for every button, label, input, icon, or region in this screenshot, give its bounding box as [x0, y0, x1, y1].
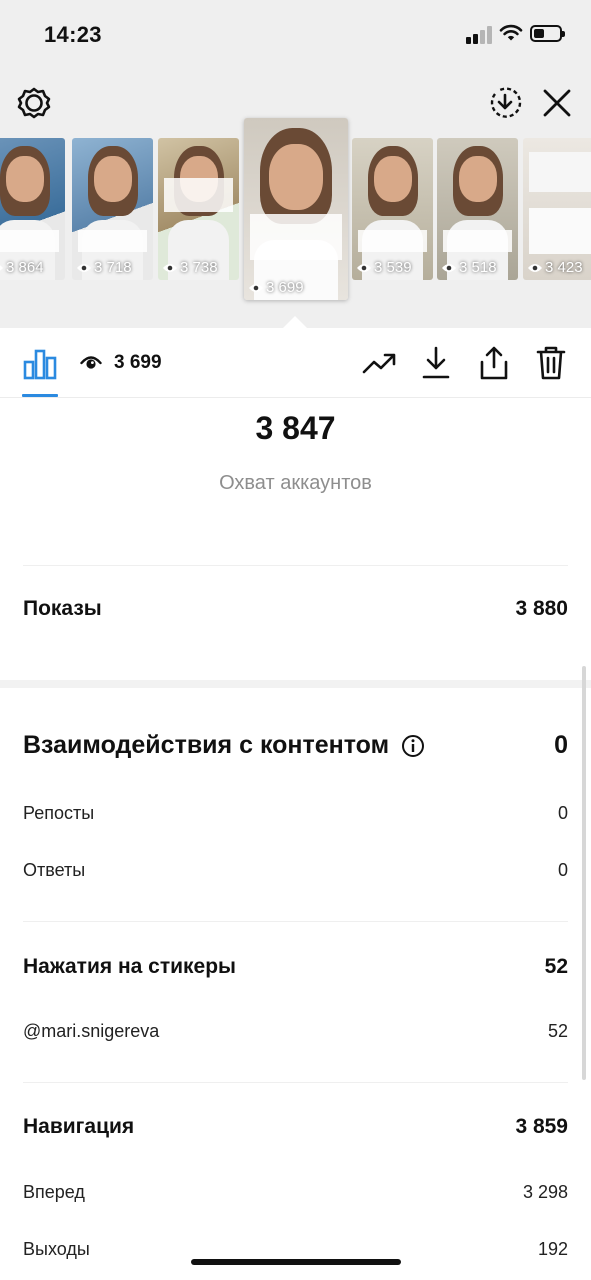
reach-value: 3 847	[255, 410, 336, 446]
replies-value: 0	[557, 860, 568, 880]
download-icon[interactable]	[421, 346, 451, 380]
thumbnail-views: 3 518	[459, 259, 497, 276]
story-thumbnail-strip[interactable]: 3 864 3 718 3 738 3 699 3 539 3 518 3 42…	[0, 118, 591, 308]
impressions-label: Показы	[23, 597, 102, 620]
home-indicator[interactable]	[191, 1259, 401, 1265]
eye-icon	[528, 263, 542, 272]
thumbnail-views: 3 738	[180, 259, 218, 276]
eye-icon	[163, 263, 177, 272]
trending-arrow-icon[interactable]	[362, 350, 396, 376]
story-actions-bar: 3 699	[0, 328, 591, 398]
sticker-taps-header: Нажатия на стикеры 52	[23, 955, 568, 979]
forward-row: Вперед 3 298	[23, 1182, 568, 1203]
cellular-signal-icon	[466, 26, 494, 44]
story-thumbnail-selected[interactable]: 3 699	[244, 118, 348, 300]
thumbnail-views: 3 539	[374, 259, 412, 276]
selected-story-pointer	[283, 316, 307, 328]
share-icon[interactable]	[478, 345, 510, 381]
sticker-taps-label: Нажатия на стикеры	[23, 955, 236, 978]
story-thumbnail[interactable]: 3 518	[437, 138, 518, 280]
active-tab-indicator	[22, 394, 58, 397]
status-bar: 14:23	[0, 0, 591, 70]
story-thumbnail[interactable]: 3 539	[352, 138, 433, 280]
story-thumbnail[interactable]: 3 423	[523, 138, 591, 280]
eye-icon	[249, 283, 263, 292]
wifi-icon	[499, 24, 523, 41]
status-time: 14:23	[44, 22, 102, 47]
interactions-label: Взаимодействия с контентом	[23, 731, 390, 759]
sticker-mention-value: 52	[547, 1021, 568, 1041]
thumbnail-views: 3 864	[6, 259, 44, 276]
viewers-tab[interactable]: 3 699	[80, 352, 162, 374]
eye-icon	[357, 263, 371, 272]
impressions-row: Показы 3 880	[23, 597, 568, 621]
reposts-label: Репосты	[23, 803, 95, 823]
replies-label: Ответы	[23, 860, 86, 880]
section-divider	[23, 565, 568, 566]
reposts-row: Репосты 0	[23, 803, 568, 824]
eye-icon	[77, 263, 91, 272]
forward-label: Вперед	[23, 1182, 85, 1202]
story-thumbnail[interactable]: 3 718	[72, 138, 153, 280]
replies-row: Ответы 0	[23, 860, 568, 881]
story-thumbnail[interactable]: 3 738	[158, 138, 239, 280]
eye-icon	[0, 264, 3, 271]
forward-value: 3 298	[522, 1182, 568, 1202]
info-icon[interactable]	[401, 734, 425, 758]
eye-icon	[80, 356, 102, 369]
section-divider	[23, 1082, 568, 1083]
section-divider	[23, 921, 568, 922]
impressions-value: 3 880	[515, 597, 568, 620]
story-thumbnail[interactable]: 3 864	[0, 138, 65, 280]
thumbnail-views: 3 423	[545, 259, 583, 276]
trash-icon[interactable]	[535, 345, 567, 381]
insights-bar-chart-icon[interactable]	[23, 348, 57, 380]
exits-row: Выходы 192	[23, 1239, 568, 1260]
interactions-value: 0	[554, 731, 568, 759]
navigation-label: Навигация	[23, 1115, 135, 1138]
viewers-count: 3 699	[114, 352, 162, 373]
close-icon[interactable]	[542, 88, 572, 118]
scrollbar[interactable]	[582, 666, 586, 1080]
reach-label: Охват аккаунтов	[219, 472, 372, 494]
thumbnail-views: 3 718	[94, 259, 132, 276]
navigation-header: Навигация 3 859	[23, 1115, 568, 1139]
eye-icon	[442, 263, 456, 272]
sticker-taps-value: 52	[544, 955, 568, 978]
sticker-mention-label: @mari.snigereva	[23, 1021, 160, 1041]
navigation-value: 3 859	[515, 1115, 568, 1138]
thumbnail-views: 3 699	[266, 279, 304, 296]
sticker-mention-row: @mari.snigereva 52	[23, 1021, 568, 1042]
battery-icon	[530, 25, 565, 42]
exits-value: 192	[537, 1239, 568, 1259]
interactions-header: Взаимодействия с контентом 0	[23, 731, 568, 760]
settings-gear-icon[interactable]	[17, 86, 51, 120]
download-circle-icon[interactable]	[488, 86, 522, 120]
section-separator	[0, 680, 591, 688]
exits-label: Выходы	[23, 1239, 90, 1259]
reposts-value: 0	[557, 803, 568, 823]
